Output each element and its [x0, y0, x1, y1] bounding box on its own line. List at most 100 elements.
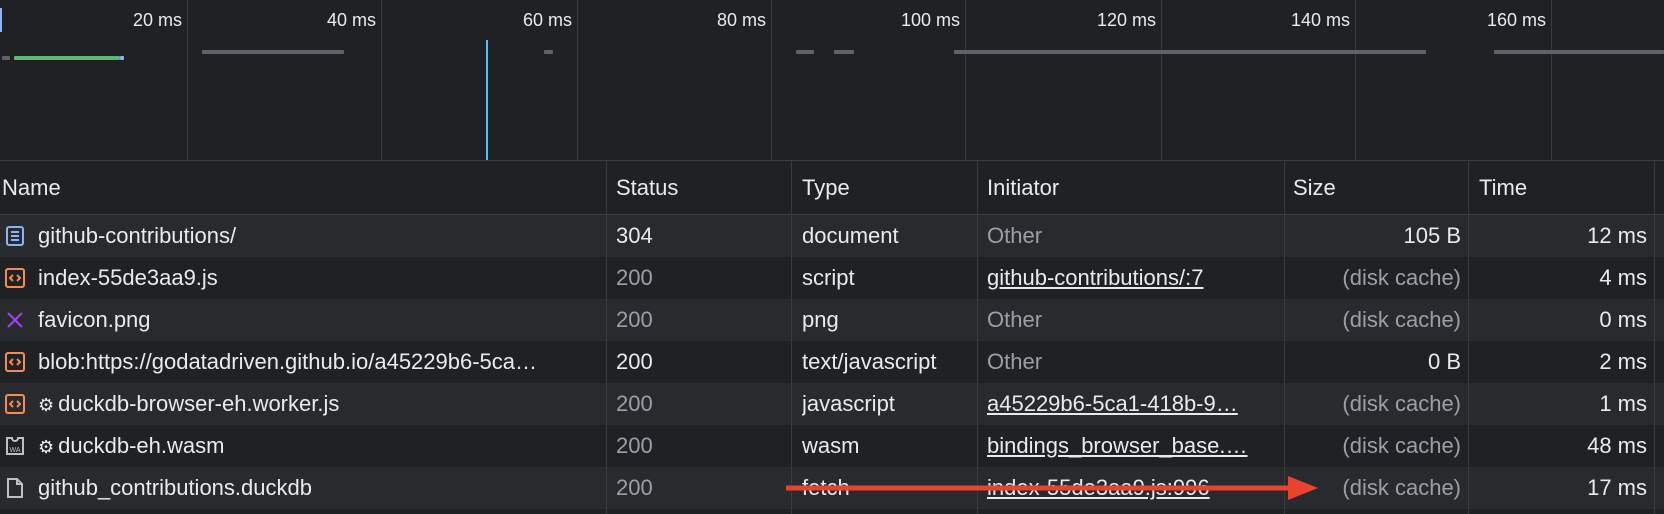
wasm-icon: WA: [6, 437, 24, 455]
column-header-time[interactable]: Time: [1479, 161, 1656, 214]
svg-text:WA: WA: [9, 447, 20, 454]
tick-line: [1551, 0, 1552, 160]
table-row[interactable]: ⚙ duckdb-browser-eh.worker.js 200 javascr…: [0, 383, 1664, 425]
request-initiator: Other: [987, 223, 1043, 248]
table-row[interactable]: index-55de3aa9.js 200 script github-cont…: [0, 257, 1664, 299]
request-type: javascript: [802, 391, 895, 416]
tick-line: [965, 0, 966, 160]
tick-label: 160 ms: [1486, 10, 1546, 30]
requests-table: Name Status Type Initiator Size Time git…: [0, 161, 1664, 514]
timeline-bar: [14, 56, 120, 60]
column-header-size[interactable]: Size: [1293, 161, 1467, 214]
column-resizer[interactable]: [1284, 161, 1285, 514]
request-type: wasm: [802, 433, 860, 458]
request-name: github_contributions.duckdb: [38, 475, 312, 500]
table-row[interactable]: WA ⚙ duckdb-eh.wasm 200 wasm bindings_bro…: [0, 425, 1664, 467]
tick-line: [1161, 0, 1162, 160]
request-initiator: Other: [987, 307, 1043, 332]
script-icon: [5, 394, 25, 414]
tick-line: [577, 0, 578, 160]
network-timeline-overview[interactable]: 20 ms 40 ms 60 ms 80 ms 100 ms 120 ms 14…: [0, 0, 1664, 161]
request-size: (disk cache): [1342, 433, 1461, 458]
column-resizer[interactable]: [791, 161, 792, 514]
column-header-status[interactable]: Status: [616, 161, 786, 214]
script-icon: [5, 352, 25, 372]
column-resizer[interactable]: [1654, 161, 1655, 514]
request-initiator: Other: [987, 349, 1043, 374]
column-resizer[interactable]: [606, 161, 607, 514]
tick-line: [1355, 0, 1356, 160]
table-row[interactable]: github-contributions/ 304 document Other…: [0, 215, 1664, 257]
request-status: 200: [616, 265, 653, 290]
request-status: 200: [616, 475, 653, 500]
tick-label: 40 ms: [326, 10, 376, 30]
image-error-icon: [7, 312, 23, 328]
timeline-bar: [954, 50, 1426, 54]
request-initiator-link[interactable]: a45229b6-5ca1-418b-9…: [987, 383, 1269, 425]
request-initiator-link[interactable]: github-contributions/:7: [987, 257, 1269, 299]
request-name-cell: ⚙ duckdb-eh.wasm: [38, 425, 600, 467]
request-type: document: [802, 223, 899, 248]
tick-line: [381, 0, 382, 160]
table-row[interactable]: favicon.png 200 png Other (disk cache) 0…: [0, 299, 1664, 341]
request-time: 2 ms: [1599, 349, 1647, 374]
timeline-bar: [544, 50, 553, 54]
column-header-type[interactable]: Type: [802, 161, 980, 214]
request-type: text/javascript: [802, 349, 937, 374]
timeline-bar: [834, 50, 854, 54]
file-icon: [7, 478, 23, 498]
network-panel: 20 ms 40 ms 60 ms 80 ms 100 ms 120 ms 14…: [0, 0, 1664, 514]
request-size: 0 B: [1427, 349, 1461, 374]
request-time: 4 ms: [1599, 265, 1647, 290]
request-time: 12 ms: [1587, 223, 1647, 248]
timeline-bar: [120, 56, 124, 60]
column-header-name[interactable]: Name: [2, 161, 61, 214]
timeline-bar: [2, 56, 10, 60]
timeline-selection-handle[interactable]: [0, 8, 2, 32]
request-initiator-link[interactable]: bindings_browser_base.…: [987, 425, 1269, 467]
tick-line: [771, 0, 772, 160]
request-status: 200: [616, 307, 653, 332]
request-time: 48 ms: [1587, 433, 1647, 458]
request-size: (disk cache): [1342, 475, 1461, 500]
tick-label: 120 ms: [1096, 10, 1156, 30]
request-size: (disk cache): [1342, 307, 1461, 332]
tick-label: 100 ms: [900, 10, 960, 30]
request-status: 200: [616, 433, 653, 458]
tick-label: 60 ms: [522, 10, 572, 30]
request-name: blob:https://godatadriven.github.io/a452…: [38, 349, 538, 374]
request-status: 200: [616, 391, 653, 416]
column-resizer[interactable]: [977, 161, 978, 514]
request-status: 304: [616, 223, 653, 248]
request-name-cell: ⚙ duckdb-browser-eh.worker.js: [38, 383, 600, 425]
request-type: script: [802, 265, 855, 290]
request-name: github-contributions/: [38, 223, 237, 248]
request-initiator-link[interactable]: index-55de3aa9.js:996: [987, 467, 1269, 509]
table-row[interactable]: blob:https://godatadriven.github.io/a452…: [0, 341, 1664, 383]
dom-content-loaded-marker: [486, 40, 488, 160]
tick-label: 140 ms: [1290, 10, 1350, 30]
table-row[interactable]: github_contributions.duckdb 200 fetch in…: [0, 467, 1664, 509]
request-type: fetch: [802, 475, 850, 500]
request-status: 200: [616, 349, 653, 374]
request-name: duckdb-browser-eh.worker.js: [58, 391, 340, 416]
table-header: Name Status Type Initiator Size Time: [0, 161, 1664, 215]
request-time: 0 ms: [1599, 307, 1647, 332]
request-size: (disk cache): [1342, 391, 1461, 416]
gear-icon: ⚙: [38, 437, 55, 457]
tick-label: 80 ms: [716, 10, 766, 30]
request-size: (disk cache): [1342, 265, 1461, 290]
timeline-bar: [202, 50, 344, 54]
timeline-bar: [796, 50, 814, 54]
request-size: 105 B: [1403, 223, 1462, 248]
script-icon: [5, 268, 25, 288]
timeline-bar: [1494, 50, 1664, 54]
tick-line: [187, 0, 188, 160]
request-name: favicon.png: [38, 307, 151, 332]
column-header-initiator[interactable]: Initiator: [987, 161, 1269, 214]
request-time: 17 ms: [1587, 475, 1647, 500]
tick-label: 20 ms: [132, 10, 182, 30]
request-name: index-55de3aa9.js: [38, 265, 218, 290]
column-resizer[interactable]: [1468, 161, 1469, 514]
request-name: duckdb-eh.wasm: [58, 433, 225, 458]
